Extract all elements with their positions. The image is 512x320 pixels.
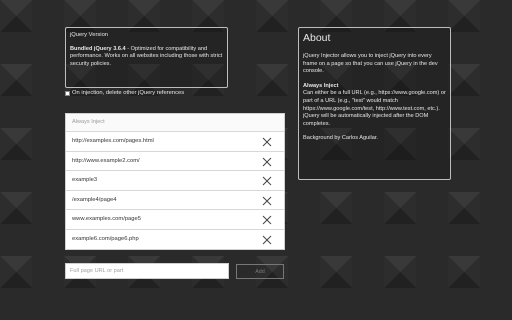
always-inject-list: Always Inject http://examples.com/pages.… — [65, 113, 285, 250]
list-item: example6.com/page6.php — [66, 230, 284, 250]
list-item-url: http://examples.com/pages.html — [72, 138, 154, 144]
about-panel: About jQuery Injector allows you to inje… — [298, 27, 451, 180]
background-credit: Background by Carlos Aguilar. — [303, 135, 378, 142]
list-item-url: example3 — [72, 177, 98, 183]
close-icon — [262, 215, 272, 225]
close-icon — [262, 176, 272, 186]
remove-url-button[interactable] — [262, 157, 272, 167]
about-intro: jQuery Injector allows you to inject jQu… — [303, 53, 438, 75]
close-icon — [262, 157, 272, 166]
about-always-inject-text: Can either be a full URL (e.g., https://… — [303, 90, 446, 127]
remove-url-button[interactable] — [262, 176, 272, 186]
list-item-url: www.examples.com/page5 — [72, 216, 141, 222]
about-title: About — [303, 32, 331, 44]
always-inject-rows: http://examples.com/pages.html http://www… — [66, 132, 284, 249]
list-item-url: /example4/page4 — [72, 196, 117, 203]
close-icon — [262, 137, 272, 147]
remove-url-button[interactable] — [262, 196, 272, 206]
remove-url-button[interactable] — [262, 235, 272, 245]
about-always-inject-heading: Always Inject — [303, 82, 339, 89]
remove-url-button[interactable] — [262, 215, 272, 225]
list-item-url: example6.com/page6.php — [72, 235, 139, 242]
list-item: http://www.example2.com/ — [66, 152, 284, 171]
always-inject-list-header: Always Inject — [66, 114, 284, 132]
remove-url-button[interactable] — [262, 137, 272, 147]
url-input[interactable] — [65, 263, 229, 279]
list-item: www.examples.com/page5 — [66, 210, 284, 230]
list-item: example3 — [66, 171, 284, 191]
bundled-version-description: Bundled jQuery 3.6.4 - Optimized for com… — [70, 46, 223, 69]
list-item: /example4/page4 — [66, 191, 284, 210]
list-item: http://examples.com/pages.html — [66, 132, 284, 152]
close-icon — [262, 196, 272, 205]
close-icon — [262, 235, 272, 244]
add-url-button[interactable]: Add — [236, 264, 284, 279]
list-item-url: http://www.example2.com/ — [72, 157, 140, 164]
delete-references-label: On injection, delete other jQuery refere… — [72, 90, 185, 96]
bundled-version-label: Bundled jQuery 3.6.4 — [70, 45, 126, 52]
delete-references-checkbox[interactable] — [65, 90, 70, 96]
jquery-version-panel: jQuery Version Bundled jQuery 3.6.4 - Op… — [65, 27, 228, 88]
jquery-version-heading: jQuery Version — [70, 32, 109, 38]
delete-references-option[interactable]: On injection, delete other jQuery refere… — [65, 89, 184, 97]
